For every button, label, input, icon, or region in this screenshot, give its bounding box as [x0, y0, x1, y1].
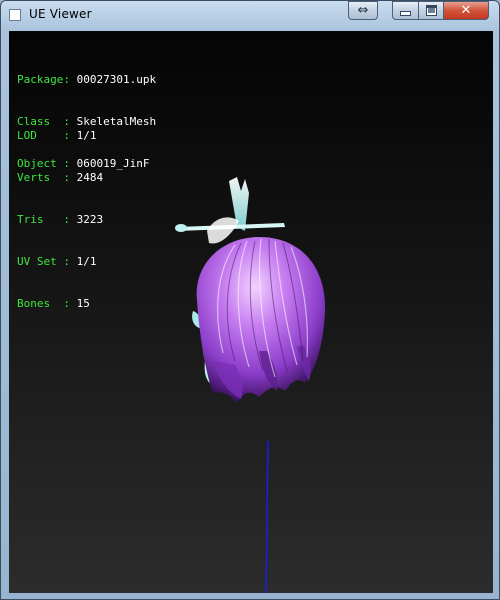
swap-size-button[interactable]: ⇔	[348, 1, 378, 20]
maximize-icon	[425, 5, 437, 16]
window-title: UE Viewer	[29, 7, 92, 21]
hair-mesh	[196, 237, 326, 403]
app-window: UE Viewer ⇔ ✕ Package: 00027301.upk Clas…	[0, 0, 500, 600]
minimize-icon	[400, 10, 411, 16]
app-icon	[9, 9, 21, 21]
skeletal-mesh-render	[175, 177, 326, 593]
close-button[interactable]: ✕	[443, 1, 489, 20]
3d-viewport[interactable]: Package: 00027301.upk Class : SkeletalMe…	[9, 31, 493, 593]
maximize-button[interactable]	[418, 1, 444, 20]
z-axis-line	[265, 440, 269, 593]
minimize-button[interactable]	[392, 1, 419, 20]
title-bar[interactable]: UE Viewer ⇔ ✕	[1, 1, 499, 31]
close-icon: ✕	[460, 3, 472, 18]
double-arrow-icon: ⇔	[357, 3, 369, 18]
